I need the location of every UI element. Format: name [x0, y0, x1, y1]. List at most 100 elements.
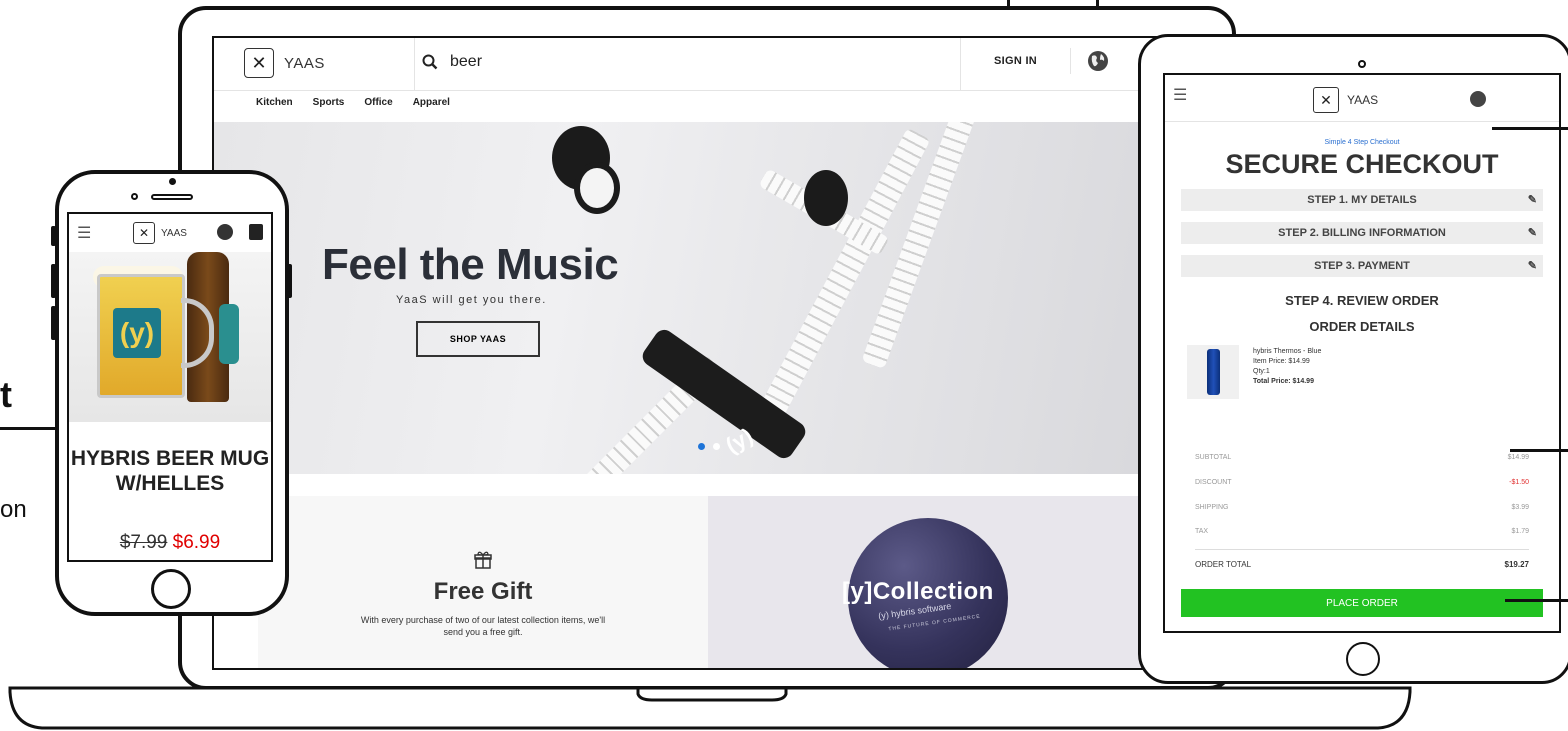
- free-gift-tile[interactable]: Free Gift With every purchase of two of …: [258, 496, 708, 668]
- summary-value: $3.99: [1511, 504, 1529, 511]
- phone-side-button: [51, 306, 56, 340]
- collection-title: [y]Collection: [842, 578, 994, 605]
- desktop-search: [422, 52, 752, 72]
- order-details-heading: ORDER DETAILS: [1309, 319, 1415, 334]
- thermos-image: [1187, 345, 1239, 399]
- search-icon: [422, 54, 438, 70]
- mug-logo: (y): [113, 308, 161, 358]
- hamburger-menu-icon[interactable]: ☰: [1173, 85, 1187, 105]
- header-divider: [1070, 48, 1071, 74]
- checkout-step-2[interactable]: STEP 2. BILLING INFORMATION ✎: [1181, 222, 1543, 244]
- product-title: HYBRIS BEER MUG W/HELLES: [70, 447, 270, 495]
- checkout-step-1[interactable]: STEP 1. MY DETAILS ✎: [1181, 189, 1543, 211]
- carousel-dot[interactable]: [713, 443, 720, 450]
- product-name: hybris Thermos - Blue: [1253, 348, 1322, 355]
- sale-price: $6.99: [172, 532, 221, 553]
- hero-subtitle: YaaS will get you there.: [396, 294, 547, 306]
- summary-row-shipping: SHIPPING $3.99: [1195, 504, 1529, 511]
- summary-row-subtotal: SUBTOTAL $14.99: [1195, 454, 1529, 461]
- phone-home-button[interactable]: [151, 569, 191, 609]
- free-gift-title: Free Gift: [433, 578, 533, 605]
- nav-office[interactable]: Office: [364, 97, 392, 108]
- product-price: $7.99 $6.99: [69, 532, 271, 554]
- earbud: [804, 170, 848, 226]
- phone-speaker: [151, 194, 193, 200]
- summary-row-tax: TAX $1.79: [1195, 528, 1529, 535]
- edit-pencil-icon[interactable]: ✎: [1528, 189, 1537, 211]
- yaas-logo-icon: ✕: [1313, 87, 1339, 113]
- hamburger-menu-icon[interactable]: ☰: [77, 223, 91, 243]
- nav-kitchen[interactable]: Kitchen: [256, 97, 293, 108]
- item-qty: Qty:1: [1253, 368, 1270, 375]
- summary-label: DISCOUNT: [1195, 479, 1232, 486]
- order-total-label: ORDER TOTAL: [1195, 560, 1252, 569]
- pointer-line-summary: [1510, 449, 1568, 452]
- phone-side-button: [51, 264, 56, 298]
- summary-label: TAX: [1195, 528, 1209, 535]
- hero-banner: (y) Feel the Music YaaS will get you the…: [214, 122, 1210, 474]
- search-input[interactable]: [448, 52, 752, 72]
- summary-row-discount: DISCOUNT -$1.50: [1195, 479, 1529, 486]
- summary-label: SHIPPING: [1195, 504, 1229, 511]
- yaas-logo-icon: ✕: [133, 222, 155, 244]
- thermos-bottle: [1207, 349, 1220, 395]
- earbud: [574, 162, 620, 214]
- header-divider: [960, 38, 961, 90]
- summary-value: $14.99: [1507, 454, 1529, 461]
- summary-divider: [1195, 549, 1529, 550]
- collection-tile[interactable]: [y]Collection (y) hybris software THE FU…: [708, 496, 1210, 668]
- phone-camera: [169, 178, 176, 185]
- tablet-logo[interactable]: ✕ YAAS: [1313, 87, 1378, 113]
- phone-screen: ☰ ✕ YAAS (y) HYBRIS BEER MUG W/HELLES $7…: [67, 212, 273, 562]
- bottle-label: [219, 304, 239, 364]
- cropped-label-large: t: [0, 374, 12, 415]
- checkout-title: SECURE CHECKOUT: [1225, 149, 1499, 179]
- order-total-value: $19.27: [1504, 560, 1529, 569]
- gift-icon: [474, 551, 492, 569]
- desktop-screen: ✕ YAAS SIGN IN Kitchen Sports Office App…: [212, 36, 1212, 670]
- tablet-logo-text: YAAS: [1347, 93, 1379, 107]
- laptop-base: [8, 686, 1412, 730]
- item-price: Item Price: $14.99: [1253, 358, 1310, 365]
- sign-in-link[interactable]: SIGN IN: [994, 55, 1037, 67]
- yaas-logo-icon: ✕: [244, 48, 274, 78]
- checkout-kicker: Simple 4 Step Checkout: [1324, 139, 1400, 146]
- pointer-line-place-order: [1505, 599, 1568, 602]
- checkout-step-4-heading: STEP 4. REVIEW ORDER: [1285, 293, 1439, 308]
- free-gift-text: With every purchase of two of our latest…: [360, 615, 606, 637]
- desktop-logo[interactable]: ✕ YAAS: [244, 48, 325, 78]
- checkout-step-3[interactable]: STEP 3. PAYMENT ✎: [1181, 255, 1543, 277]
- order-total-row: ORDER TOTAL $19.27: [1195, 560, 1529, 569]
- step-label: STEP 3. PAYMENT: [1314, 260, 1410, 272]
- tablet-screen: ☰ ✕ YAAS Simple 4 Step Checkout SECURE C…: [1163, 73, 1561, 633]
- cropped-label-small: on: [0, 496, 27, 523]
- edit-pencil-icon[interactable]: ✎: [1528, 222, 1537, 244]
- order-line-item: hybris Thermos - Blue Item Price: $14.99…: [1253, 347, 1321, 387]
- nav-apparel[interactable]: Apparel: [413, 97, 450, 108]
- shopping-bag-icon[interactable]: [249, 224, 263, 240]
- phone-logo[interactable]: ✕ YAAS: [133, 222, 187, 244]
- summary-label: SUBTOTAL: [1195, 454, 1232, 461]
- place-order-button[interactable]: PLACE ORDER: [1181, 589, 1543, 617]
- header-divider: [414, 38, 415, 90]
- summary-value: -$1.50: [1509, 479, 1529, 486]
- globe-icon[interactable]: [1470, 91, 1486, 107]
- hero-title: Feel the Music: [322, 240, 619, 289]
- phone-side-button: [287, 264, 292, 298]
- summary-value: $1.79: [1511, 528, 1529, 535]
- phone-side-button: [51, 226, 56, 246]
- globe-icon[interactable]: [217, 224, 233, 240]
- globe-icon[interactable]: [1087, 50, 1109, 72]
- step-label: STEP 2. BILLING INFORMATION: [1278, 227, 1446, 239]
- pointer-line-checkout: [1492, 127, 1568, 130]
- item-total: Total Price: $14.99: [1253, 378, 1314, 385]
- edit-pencil-icon[interactable]: ✎: [1528, 255, 1537, 277]
- tablet-home-button[interactable]: [1346, 642, 1380, 676]
- phone-logo-text: YAAS: [161, 227, 187, 239]
- old-price: $7.99: [119, 532, 168, 553]
- desktop-logo-text: YAAS: [284, 54, 325, 72]
- nav-sports[interactable]: Sports: [313, 97, 345, 108]
- category-nav: Kitchen Sports Office Apparel: [256, 97, 450, 108]
- carousel-dot-active[interactable]: [698, 443, 705, 450]
- shop-yaas-button[interactable]: SHOP YAAS: [416, 321, 540, 357]
